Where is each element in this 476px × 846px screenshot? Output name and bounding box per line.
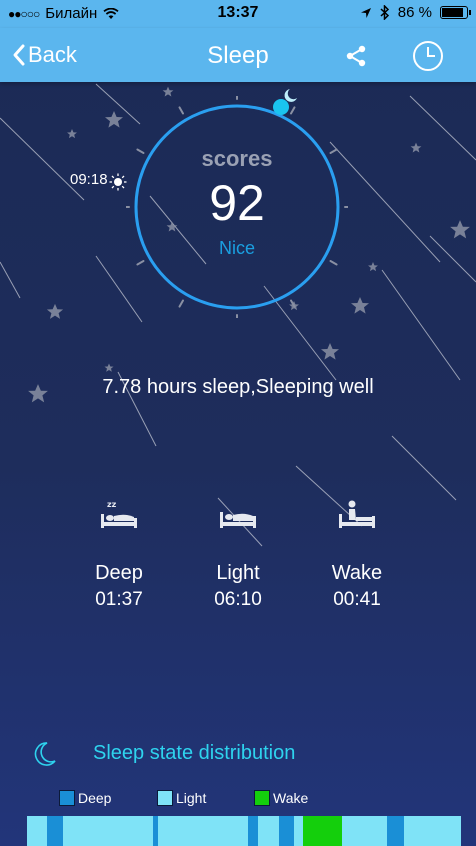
distribution-segment-deep xyxy=(278,816,294,846)
sleep-summary: 7.78 hours sleep,Sleeping well xyxy=(102,376,374,398)
stat-light-value: 06:10 xyxy=(214,589,262,610)
share-icon xyxy=(346,45,366,67)
distribution-segment-deep xyxy=(248,816,258,846)
stat-deep-label: Deep xyxy=(95,562,143,584)
bluetooth-icon xyxy=(380,5,389,20)
sleep-distribution-bar xyxy=(27,816,461,846)
status-bar: ●●○○○ Билайн 13:37 86 % xyxy=(0,0,476,28)
legend-deep: Deep xyxy=(59,790,111,806)
score-grade: Nice xyxy=(218,238,255,258)
stat-deep-value: 01:37 xyxy=(95,589,143,610)
distribution-title: Sleep state distribution xyxy=(93,742,296,764)
stat-deep: zz Deep 01:37 xyxy=(59,496,179,611)
stat-wake: Wake 00:41 xyxy=(297,496,417,611)
distribution-segment-deep xyxy=(46,816,63,846)
svg-text:zz: zz xyxy=(107,500,117,509)
distribution-segment-light xyxy=(341,816,388,846)
stat-wake-value: 00:41 xyxy=(333,589,381,610)
stat-wake-label: Wake xyxy=(331,562,383,584)
clock-icon xyxy=(413,41,443,71)
back-label: Back xyxy=(28,42,77,67)
back-button[interactable]: Back xyxy=(12,42,77,68)
sleep-end-marker xyxy=(273,89,297,115)
legend-wake-label: Wake xyxy=(273,790,309,806)
history-button[interactable] xyxy=(412,40,444,77)
sleeping-bed-icon: zz xyxy=(101,500,137,528)
distribution-segment-light xyxy=(293,816,303,846)
moon-icon xyxy=(34,742,56,766)
distribution-segment-light xyxy=(403,816,461,846)
battery-percent: 86 % xyxy=(397,4,432,21)
legend-wake: Wake xyxy=(254,790,308,806)
stat-light-label: Light xyxy=(216,562,260,584)
legend-light-swatch xyxy=(157,790,173,806)
legend-deep-label: Deep xyxy=(78,790,112,806)
legend-light: Light xyxy=(157,790,206,806)
legend-deep-swatch xyxy=(59,790,75,806)
legend-light-label: Light xyxy=(176,790,207,806)
distribution-segment-light xyxy=(63,816,153,846)
legend-wake-swatch xyxy=(254,790,270,806)
distribution-segment-deep xyxy=(387,816,404,846)
sun-icon xyxy=(109,173,127,191)
bed-icon xyxy=(220,512,256,528)
distribution-segment-light xyxy=(158,816,249,846)
location-arrow-icon xyxy=(360,7,371,18)
distribution-segment-light xyxy=(257,816,279,846)
battery-icon xyxy=(440,6,471,19)
sitting-up-bed-icon xyxy=(339,500,375,528)
share-button[interactable] xyxy=(344,44,368,73)
bedtime-label: 09:18 xyxy=(70,171,108,188)
score-label: scores xyxy=(201,146,273,171)
nav-bar: Back Sleep xyxy=(0,28,476,82)
score-value: 92 xyxy=(209,175,265,231)
distribution-segment-wake xyxy=(302,816,342,846)
chevron-left-icon xyxy=(13,44,25,66)
distribution-segment-light xyxy=(27,816,47,846)
stat-light: Light 06:10 xyxy=(178,496,298,611)
